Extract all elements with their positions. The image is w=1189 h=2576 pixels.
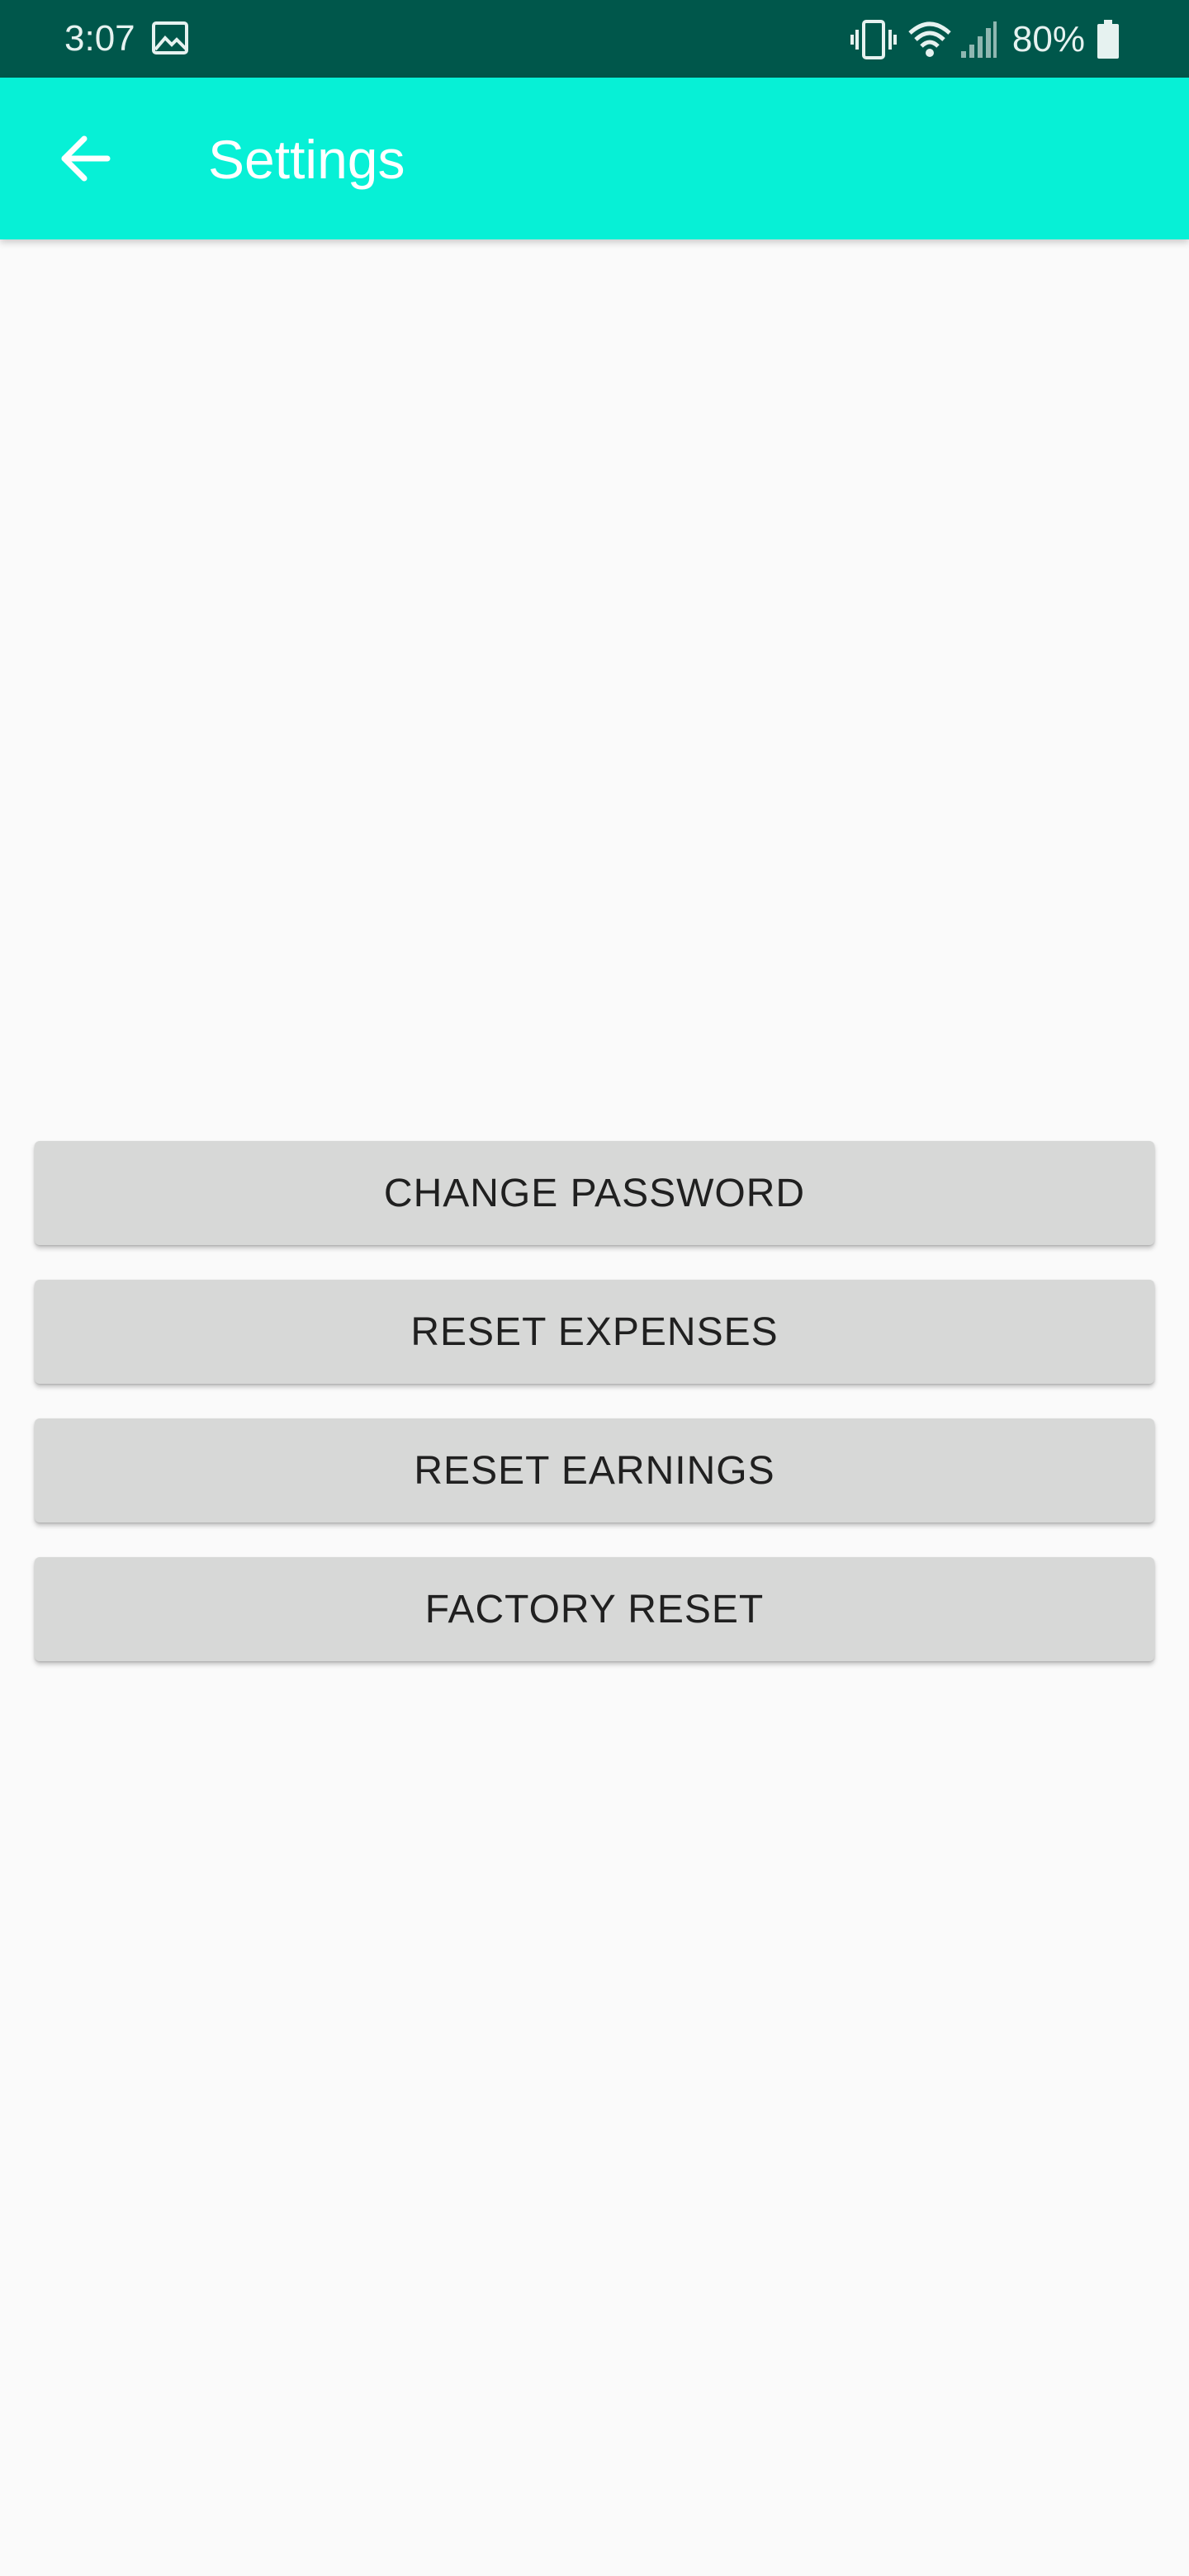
reset-expenses-button[interactable]: RESET EXPENSES bbox=[35, 1280, 1154, 1384]
battery-percent: 80% bbox=[1011, 19, 1085, 59]
wifi-icon bbox=[908, 21, 951, 57]
vibrate-icon bbox=[850, 20, 897, 59]
status-time: 3:07 bbox=[64, 18, 135, 59]
battery-icon bbox=[1097, 20, 1119, 59]
reset-earnings-button[interactable]: RESET EARNINGS bbox=[35, 1418, 1154, 1522]
page-title: Settings bbox=[208, 129, 405, 190]
back-button[interactable] bbox=[46, 119, 126, 198]
factory-reset-button[interactable]: FACTORY RESET bbox=[35, 1557, 1154, 1661]
signal-icon bbox=[960, 21, 997, 58]
settings-actions: CHANGE PASSWORD RESET EXPENSES RESET EAR… bbox=[35, 1141, 1154, 1696]
arrow-back-icon bbox=[61, 135, 111, 182]
status-icons: 80% bbox=[850, 17, 1120, 63]
change-password-button[interactable]: CHANGE PASSWORD bbox=[35, 1141, 1154, 1245]
app-bar: Settings bbox=[0, 78, 1189, 239]
status-bar: 3:07 80% bbox=[0, 0, 1189, 78]
image-icon bbox=[152, 21, 188, 54]
